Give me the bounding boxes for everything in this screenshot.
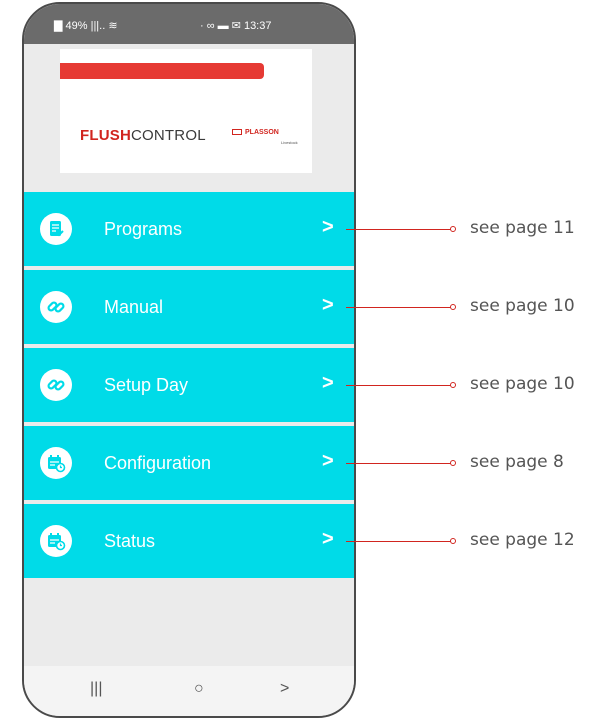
chevron-right-icon: >	[322, 216, 334, 238]
document-check-icon	[40, 213, 72, 245]
phone-frame: ▇ 49% |||.. ≋ · ∞ ▬ ✉ 13:37 FLUSHCONTROL…	[22, 2, 356, 718]
plasson-sub: Livestock	[281, 140, 298, 145]
callout-dot	[450, 460, 456, 466]
callout-line	[346, 307, 452, 308]
recent-apps-button[interactable]: |||	[90, 680, 102, 698]
plasson-mark	[232, 129, 242, 136]
app-header: FLUSHCONTROL PLASSON Livestock	[60, 49, 312, 173]
header-red-bar	[60, 63, 264, 79]
status-left: ▇ 49% |||.. ≋	[54, 20, 118, 32]
chevron-right-icon: >	[322, 294, 334, 316]
menu-label-programs: Programs	[104, 219, 183, 239]
callout-status: see page 12	[470, 530, 575, 550]
calendar-clock-icon	[40, 525, 72, 557]
callout-dot	[450, 226, 456, 232]
callout-line	[346, 229, 452, 230]
callout-dot	[450, 304, 456, 310]
callout-line	[346, 541, 452, 542]
callout-configuration: see page 8	[470, 452, 564, 472]
menu-item-configuration[interactable]: Configuration >	[24, 426, 354, 500]
callout-line	[346, 385, 452, 386]
home-button[interactable]: ○	[194, 680, 204, 698]
flushcontrol-logo: FLUSHCONTROL	[80, 127, 206, 144]
callout-dot	[450, 382, 456, 388]
callout-dot	[450, 538, 456, 544]
link-icon	[40, 369, 72, 401]
callout-manual: see page 10	[470, 296, 575, 316]
callout-line	[346, 463, 452, 464]
menu-item-manual[interactable]: Manual >	[24, 270, 354, 344]
menu-label-configuration: Configuration	[104, 453, 212, 473]
callout-setup-day: see page 10	[470, 374, 575, 394]
logo-bold-text: FLUSH	[80, 127, 131, 144]
chevron-right-icon: >	[322, 372, 334, 394]
logo-rest-text: CONTROL	[131, 127, 206, 144]
calendar-clock-icon	[40, 447, 72, 479]
plasson-logo: PLASSON	[232, 129, 279, 136]
chevron-right-icon: >	[322, 528, 334, 550]
menu-label-manual: Manual	[104, 297, 164, 317]
chevron-right-icon: >	[322, 450, 334, 472]
link-icon	[40, 291, 72, 323]
menu-item-status[interactable]: Status >	[24, 504, 354, 578]
status-bar: ▇ 49% |||.. ≋ · ∞ ▬ ✉ 13:37	[24, 4, 354, 44]
menu-item-setup-day[interactable]: Setup Day >	[24, 348, 354, 422]
plasson-text: PLASSON	[245, 129, 279, 136]
callout-programs: see page 11	[470, 218, 575, 238]
menu-label-setup-day: Setup Day	[104, 375, 189, 395]
menu-label-status: Status	[104, 531, 156, 551]
back-button[interactable]: >	[280, 680, 289, 698]
android-nav-bar: ||| ○ >	[24, 666, 354, 716]
status-right: · ∞ ▬ ✉ 13:37	[200, 20, 272, 32]
menu-item-programs[interactable]: Programs >	[24, 192, 354, 266]
